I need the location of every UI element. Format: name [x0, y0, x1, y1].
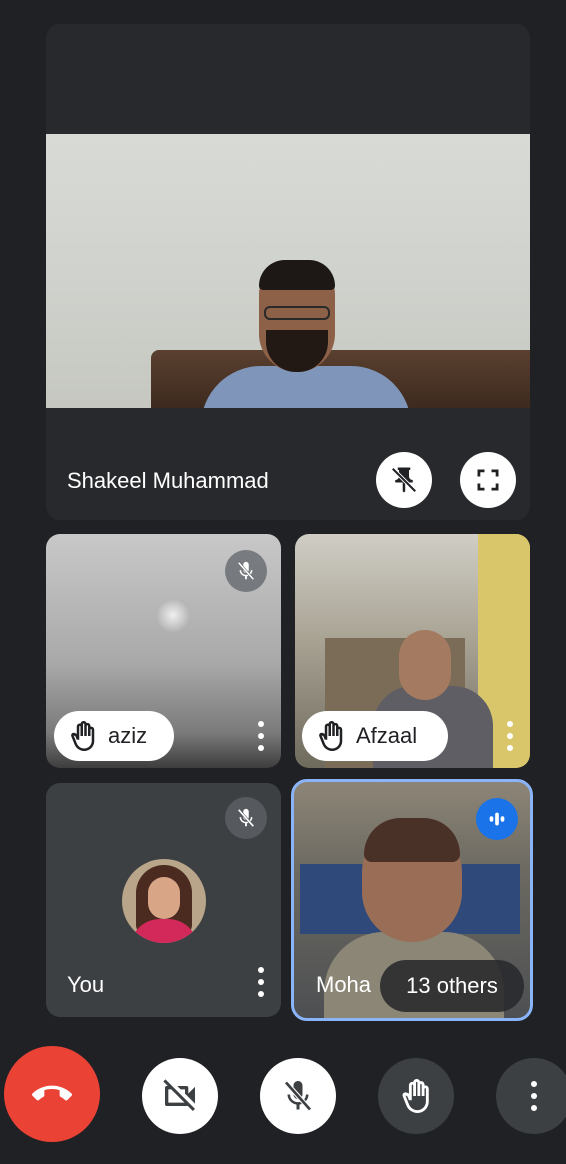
more-options-button[interactable] [496, 1058, 566, 1134]
unpin-button[interactable] [376, 452, 432, 508]
participant-name: aziz [108, 723, 148, 748]
speaking-indicator [476, 798, 518, 840]
participant-name: Afzaal [356, 723, 418, 748]
more-options-button[interactable] [505, 721, 515, 751]
fullscreen-icon [477, 469, 499, 491]
more-vert-icon [529, 1081, 539, 1111]
participant-name: Shakeel Muhammad [67, 468, 269, 493]
mic-off-icon [237, 808, 255, 828]
mic-off-icon [237, 561, 255, 581]
audio-level-icon [489, 812, 505, 826]
raised-hand-name-pill: aziz [54, 711, 174, 761]
more-options-button[interactable] [256, 967, 266, 997]
participant-tile-afzaal[interactable]: Afzaal [295, 534, 530, 768]
raised-hand-name-pill: Afzaal [302, 711, 448, 761]
hand-icon [319, 721, 343, 751]
participant-tile-aziz[interactable]: aziz [46, 534, 281, 768]
participant-name: Moha [316, 972, 372, 997]
camera-off-icon [163, 1079, 195, 1111]
video-ceiling-lamp [156, 598, 190, 632]
mic-off-icon [284, 1080, 312, 1112]
hand-icon [71, 721, 95, 751]
phone-hangup-icon [32, 1085, 72, 1101]
raise-hand-button[interactable] [378, 1058, 454, 1134]
camera-toggle-button[interactable] [142, 1058, 218, 1134]
others-count-pill[interactable]: 13 others [380, 960, 524, 1012]
main-participant-tile[interactable]: Shakeel Muhammad [46, 24, 530, 520]
microphone-toggle-button[interactable] [260, 1058, 336, 1134]
more-options-button[interactable] [256, 721, 266, 751]
muted-indicator [225, 797, 267, 839]
unpin-icon [391, 467, 417, 493]
hand-icon [402, 1079, 429, 1113]
end-call-button[interactable] [4, 1046, 100, 1142]
participant-tile-moha[interactable]: Moha 13 others [291, 779, 533, 1021]
avatar [122, 859, 206, 943]
muted-indicator [225, 550, 267, 592]
participant-tile-you[interactable]: You [46, 783, 281, 1017]
fullscreen-button[interactable] [460, 452, 516, 508]
participant-name: You [67, 972, 105, 997]
participant-video [46, 134, 530, 408]
